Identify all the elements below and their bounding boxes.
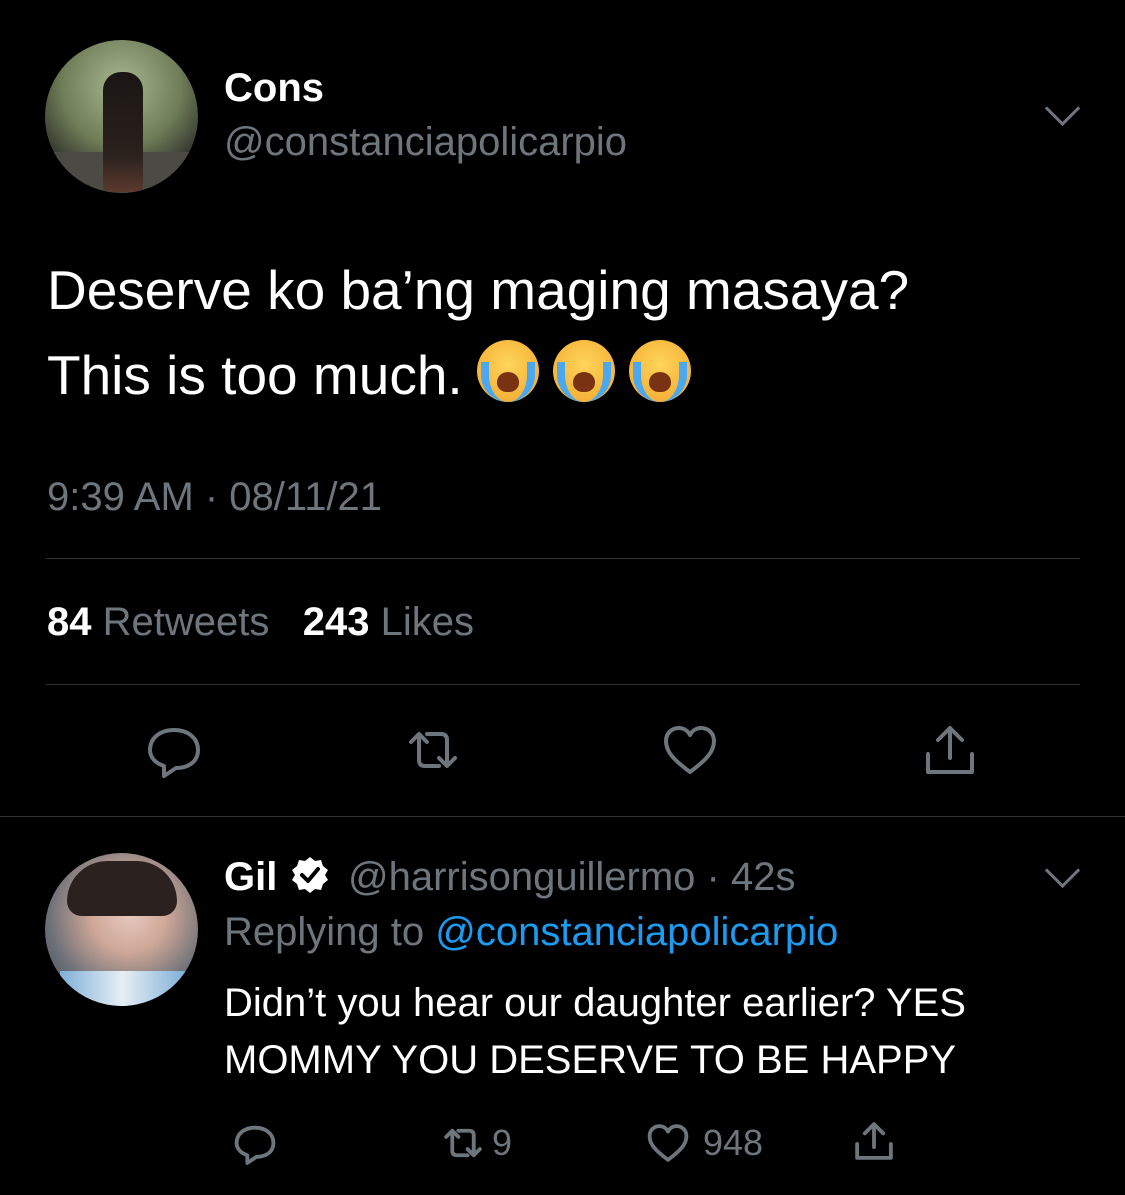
likes-label[interactable]: Likes (381, 600, 474, 644)
like-icon[interactable] (643, 1120, 693, 1166)
divider (0, 816, 1125, 817)
reply-icon[interactable] (232, 1120, 278, 1166)
author-name[interactable]: Cons (224, 66, 324, 111)
share-icon[interactable] (920, 720, 980, 780)
tweet-timestamp[interactable]: 9:39 AM · 08/11/21 (47, 475, 382, 520)
retweets-label[interactable]: Retweets (103, 600, 270, 644)
share-icon[interactable] (850, 1118, 898, 1164)
loudly-crying-face-icon (476, 340, 539, 402)
tweet-text-line-2: This is too much. (47, 333, 1087, 418)
replying-to-label: Replying to (224, 910, 425, 954)
tweet-text: Deserve ko ba’ng maging masaya? This is … (47, 248, 1087, 418)
reply-retweet-count[interactable]: 9 (492, 1122, 512, 1164)
tweet-text-line-2-text: This is too much. (47, 344, 463, 406)
divider (46, 558, 1080, 559)
reply-text-line-2: MOMMY YOU DESERVE TO BE HAPPY (224, 1038, 957, 1082)
like-icon[interactable] (660, 720, 720, 780)
reply-handle-time[interactable]: @harrisonguillermo · 42s (348, 855, 795, 900)
reply-text-line-1: Didn’t you hear our daughter earlier? YE… (224, 981, 966, 1025)
chevron-down-icon[interactable] (1044, 90, 1081, 127)
tweet-text-line-1: Deserve ko ba’ng maging masaya? (47, 259, 910, 321)
avatar-shirt (60, 971, 185, 1006)
replying-to: Replying to @constanciapolicarpio (224, 910, 838, 955)
avatar-figure (103, 72, 143, 192)
avatar-hair (67, 861, 177, 916)
avatar[interactable] (45, 853, 198, 1006)
avatar[interactable] (45, 40, 198, 193)
reply-author-name[interactable]: Gil (224, 855, 277, 900)
reply-like-count[interactable]: 948 (703, 1122, 763, 1164)
tweet-stats: 84 Retweets 243 Likes (47, 600, 474, 645)
loudly-crying-face-icon (628, 340, 691, 402)
retweet-icon[interactable] (403, 720, 463, 780)
reply-text: Didn’t you hear our daughter earlier? YE… (224, 975, 1104, 1089)
likes-count[interactable]: 243 (303, 600, 370, 644)
verified-badge-icon (292, 857, 328, 893)
chevron-down-icon[interactable] (1044, 852, 1081, 889)
retweet-icon[interactable] (440, 1120, 486, 1166)
author-handle[interactable]: @constanciapolicarpio (224, 120, 627, 165)
retweets-count[interactable]: 84 (47, 600, 92, 644)
reply-icon[interactable] (144, 720, 204, 780)
replying-to-mention[interactable]: @constanciapolicarpio (435, 910, 838, 954)
loudly-crying-face-icon (552, 340, 615, 402)
divider (46, 684, 1080, 685)
